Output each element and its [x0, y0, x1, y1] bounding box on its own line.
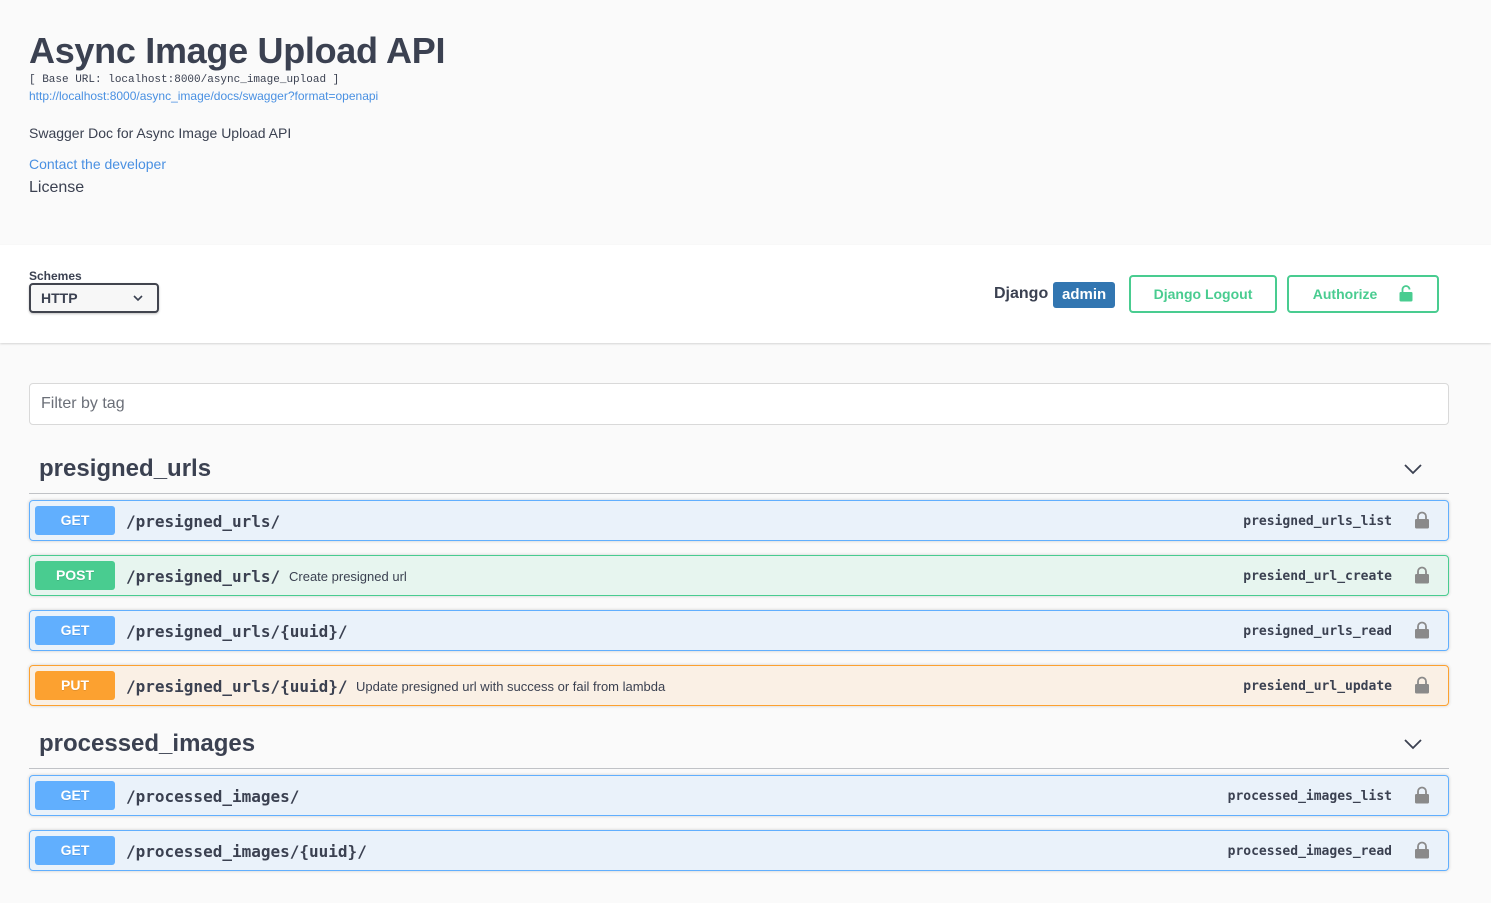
method-badge: GET — [35, 506, 115, 535]
authorize-label: Authorize — [1312, 286, 1378, 302]
user-badge: admin — [1053, 282, 1116, 308]
schemes-label: Schemes — [29, 269, 82, 283]
operation-path: /processed_images/{uuid}/ — [126, 842, 367, 861]
padlock-icon[interactable] — [1414, 511, 1430, 529]
operation-path: /presigned_urls/ — [126, 512, 281, 531]
padlock-icon[interactable] — [1414, 621, 1430, 639]
api-info: Async Image Upload API [ Base URL: local… — [29, 30, 929, 198]
operation-id: presiend_url_update — [1243, 679, 1392, 694]
operation-id: processed_images_read — [1227, 844, 1392, 859]
filter-container — [29, 383, 1449, 425]
contact-developer-link[interactable]: Contact the developer — [29, 155, 929, 173]
method-badge: POST — [35, 561, 115, 590]
operation-summary: Update presigned url with success or fai… — [356, 679, 666, 694]
scheme-select[interactable]: HTTP — [29, 283, 159, 313]
unlocked-padlock-icon — [1399, 285, 1413, 302]
method-badge: GET — [35, 616, 115, 645]
operation-id: presigned_urls_read — [1243, 624, 1392, 639]
scheme-bar: Schemes HTTP Django admin Django Logout … — [0, 245, 1491, 343]
license-text: License — [29, 179, 85, 196]
operation-get-processed-images[interactable]: GET /processed_images/ processed_images_… — [29, 775, 1449, 816]
tag-header-processed-images[interactable]: processed_images — [29, 720, 1449, 769]
authorize-button[interactable]: Authorize — [1287, 275, 1439, 313]
chevron-down-icon[interactable] — [1403, 459, 1423, 479]
api-title: Async Image Upload API — [29, 30, 446, 71]
operation-id: presiend_url_create — [1243, 569, 1392, 584]
tag-section-processed-images: processed_images GET /processed_images/ … — [29, 720, 1449, 871]
tag-name: presigned_urls — [39, 455, 212, 482]
operation-get-presigned-url-uuid[interactable]: GET /presigned_urls/{uuid}/ presigned_ur… — [29, 610, 1449, 651]
operation-post-presigned-urls[interactable]: POST /presigned_urls/ Create presigned u… — [29, 555, 1449, 596]
method-badge: PUT — [35, 671, 115, 700]
padlock-icon[interactable] — [1414, 566, 1430, 584]
operation-path: /presigned_urls/ — [126, 567, 281, 586]
scheme-selected-value: HTTP — [41, 290, 78, 306]
tag-header-presigned-urls[interactable]: presigned_urls — [29, 445, 1449, 494]
padlock-icon[interactable] — [1414, 786, 1430, 804]
operation-id: processed_images_list — [1227, 789, 1392, 804]
chevron-down-icon[interactable] — [1403, 734, 1423, 754]
operation-summary: Create presigned url — [289, 569, 407, 584]
operation-put-presigned-url-uuid[interactable]: PUT /presigned_urls/{uuid}/ Update presi… — [29, 665, 1449, 706]
tag-section-presigned-urls: presigned_urls GET /presigned_urls/ pres… — [29, 445, 1449, 706]
operation-get-processed-image-uuid[interactable]: GET /processed_images/{uuid}/ processed_… — [29, 830, 1449, 871]
api-description: Swagger Doc for Async Image Upload API — [29, 125, 292, 141]
method-badge: GET — [35, 781, 115, 810]
base-url: [ Base URL: localhost:8000/async_image_u… — [29, 74, 340, 86]
operation-get-presigned-urls[interactable]: GET /presigned_urls/ presigned_urls_list — [29, 500, 1449, 541]
padlock-icon[interactable] — [1414, 841, 1430, 859]
filter-by-tag-input[interactable] — [29, 383, 1449, 425]
operation-path: /presigned_urls/{uuid}/ — [126, 622, 348, 641]
chevron-down-icon — [133, 295, 143, 302]
spec-link[interactable]: http://localhost:8000/async_image/docs/s… — [29, 88, 929, 104]
django-logout-button[interactable]: Django Logout — [1129, 275, 1277, 313]
django-label: Django — [994, 285, 1049, 302]
padlock-icon[interactable] — [1414, 676, 1430, 694]
operation-id: presigned_urls_list — [1243, 514, 1392, 529]
operation-path: /processed_images/ — [126, 787, 300, 806]
operation-path: /presigned_urls/{uuid}/ — [126, 677, 348, 696]
tag-name: processed_images — [39, 730, 256, 757]
method-badge: GET — [35, 836, 115, 865]
